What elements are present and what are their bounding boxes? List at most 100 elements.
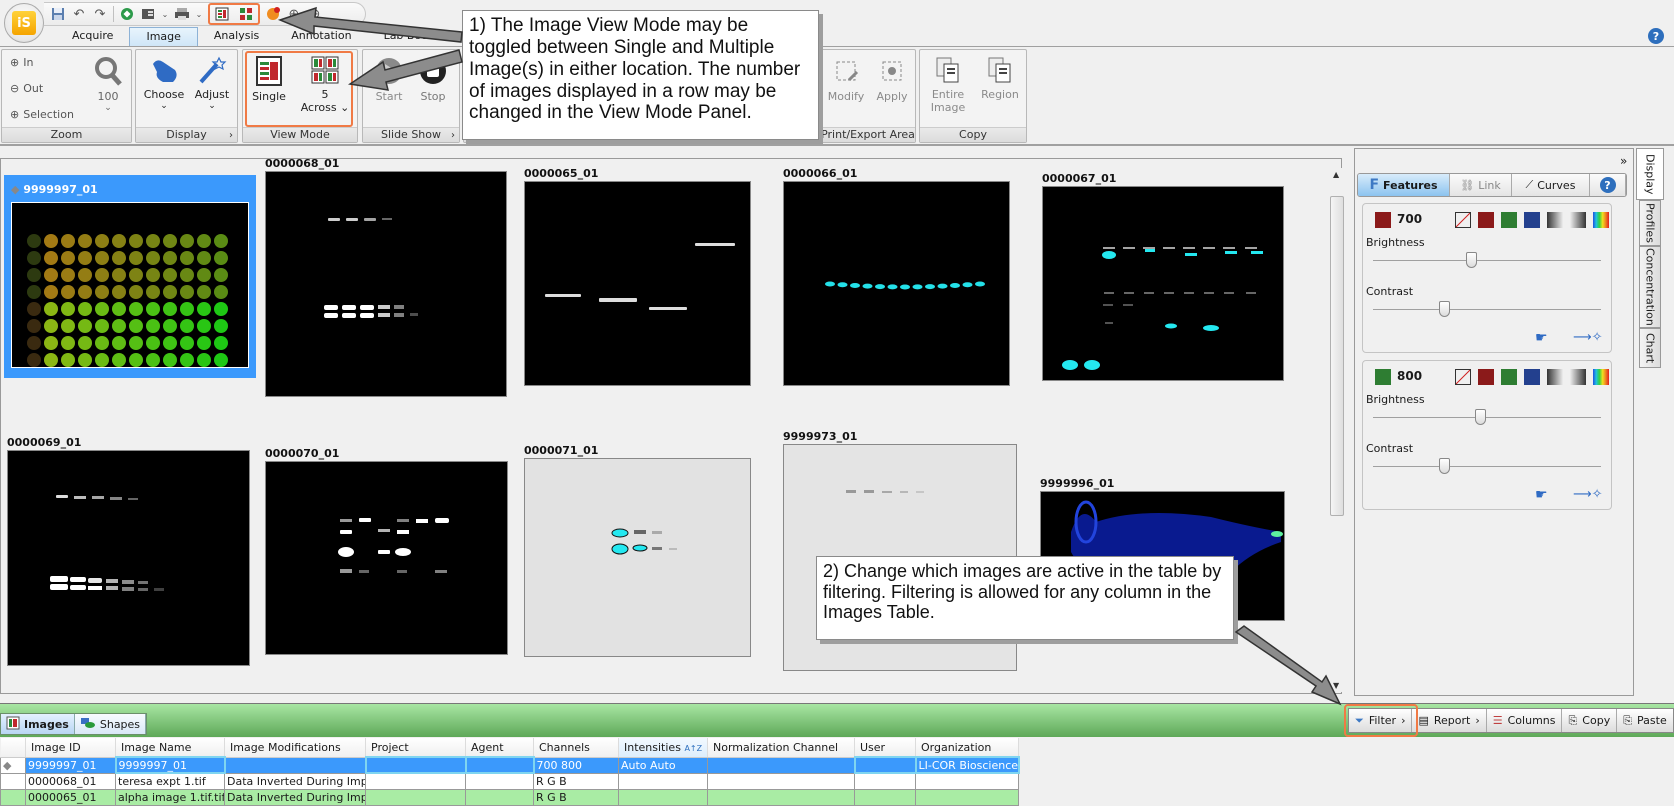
image-thumbnail[interactable]: ◆ 9999997_01 (4, 175, 256, 378)
zoom-selection-button[interactable]: ⊕ Selection (10, 108, 74, 121)
copy-entire-image-button[interactable]: Entire Image (924, 56, 972, 114)
zoom-in-icon[interactable]: ⊕ (286, 6, 302, 22)
palette-swatch[interactable] (1524, 212, 1540, 228)
tab-annotation[interactable]: Annotation (275, 27, 367, 46)
table-cell[interactable] (707, 756, 855, 774)
single-view-button[interactable]: Single (251, 56, 287, 103)
slideshow-start-button[interactable]: Start (369, 56, 409, 103)
brightness-slider[interactable] (1373, 417, 1601, 418)
palette-swatch[interactable] (1593, 369, 1609, 385)
tab-lab-book[interactable]: Lab Book (368, 27, 451, 46)
table-cell[interactable] (707, 788, 855, 806)
green-diamond-icon[interactable] (119, 6, 135, 22)
modify-area-button[interactable]: Modify (825, 56, 867, 103)
palette-swatch[interactable] (1547, 369, 1563, 385)
scrollbar-thumb[interactable] (1330, 196, 1344, 516)
side-tab-profiles[interactable]: Profiles (1639, 200, 1661, 246)
table-cell[interactable] (365, 788, 466, 806)
zoom-level-dropdown[interactable]: 100 ⌄ (90, 56, 126, 113)
tab-acquire[interactable]: Acquire (56, 27, 129, 46)
row-indicator[interactable] (0, 788, 26, 806)
chevron-down-icon[interactable]: ⌄ (195, 6, 203, 22)
table-cell[interactable] (853, 756, 917, 774)
save-icon[interactable] (50, 6, 66, 22)
table-cell[interactable]: 9999997_01 (114, 756, 226, 774)
table-cell[interactable] (618, 772, 708, 790)
copy-button[interactable]: ⎘ Copy (1562, 709, 1618, 732)
column-header[interactable]: Agent (465, 738, 534, 758)
image-thumbnail[interactable]: 0000066_01 (783, 167, 1010, 386)
tab-curves[interactable]: ⟋ Curves (1512, 174, 1590, 196)
image-thumbnail[interactable]: 0000071_01 (524, 444, 751, 657)
column-header[interactable]: User (854, 738, 916, 758)
collapse-panel-icon[interactable]: » (1620, 154, 1627, 168)
table-row[interactable]: ◆ 9999997_01 9999997_01 700 800 Auto Auto LI-… (0, 756, 1020, 774)
image-thumbnail[interactable]: 0000070_01 (265, 447, 508, 655)
tab-image[interactable]: Image (129, 27, 198, 46)
slideshow-stop-button[interactable]: Stop (413, 56, 453, 103)
single-view-icon[interactable] (214, 6, 230, 22)
column-header[interactable]: Image Modifications (224, 738, 366, 758)
column-header[interactable]: Intensities A↑Z (618, 738, 708, 758)
column-header[interactable]: Project (365, 738, 466, 758)
table-row[interactable]: 0000068_01 teresa expt 1.tif Data Inverted… (0, 772, 1019, 790)
gallery-scrollbar[interactable]: ▲ ▼ (1328, 168, 1346, 692)
column-header[interactable]: Image Name (115, 738, 225, 758)
undo-icon[interactable]: ↶ (71, 6, 87, 22)
table-cell[interactable]: 700 800 (533, 756, 619, 774)
table-cell[interactable] (464, 756, 535, 774)
zoom-out-icon[interactable]: ⊖ (307, 6, 323, 22)
zoom-out-button[interactable]: ⊖ Out (10, 82, 43, 95)
row-indicator[interactable]: ◆ (0, 756, 26, 774)
channel-color-swatch[interactable] (1375, 212, 1391, 228)
report-button[interactable]: ▤ Report › (1412, 709, 1487, 732)
table-cell[interactable] (465, 772, 534, 790)
layout-icon[interactable] (140, 6, 156, 22)
palette-swatch[interactable] (1524, 369, 1540, 385)
across-dropdown[interactable]: 5 Across ⌄ (299, 56, 351, 114)
help-icon[interactable]: ? (1648, 28, 1664, 44)
table-cell[interactable]: teresa expt 1.tif (115, 772, 225, 790)
hand-pointer-icon[interactable]: ☛ (1535, 487, 1548, 503)
palette-swatch[interactable] (1570, 212, 1586, 228)
choose-button[interactable]: Choose ⌄ (142, 56, 186, 111)
no-color-icon[interactable] (1455, 369, 1471, 385)
tab-images[interactable]: Images (1, 714, 75, 734)
hand-pointer-icon[interactable]: ☛ (1535, 330, 1548, 346)
magic-wand-icon[interactable]: ⟶✧ (1573, 330, 1603, 345)
table-cell[interactable]: alpha image 1.tif.tif (115, 788, 225, 806)
app-menu-button[interactable]: iS (4, 3, 44, 43)
table-cell[interactable] (707, 772, 855, 790)
contrast-slider[interactable] (1373, 466, 1601, 467)
brightness-slider-thumb[interactable] (1466, 252, 1478, 268)
tab-link[interactable]: ⛓ Link (1450, 174, 1512, 196)
copy-region-button[interactable]: Region (976, 56, 1024, 101)
palette-swatch[interactable] (1570, 369, 1586, 385)
adjust-button[interactable]: Adjust ⌄ (190, 56, 234, 111)
columns-button[interactable]: ☰ Columns (1487, 709, 1563, 732)
tab-shapes[interactable]: Shapes (74, 714, 147, 734)
scroll-up-icon[interactable]: ▲ (1333, 170, 1339, 179)
rss-alert-icon[interactable] (265, 6, 281, 22)
table-cell[interactable]: 9999997_01 (25, 756, 116, 774)
column-header[interactable]: Channels (533, 738, 619, 758)
channel-color-swatch[interactable] (1375, 369, 1391, 385)
table-cell[interactable] (915, 772, 1019, 790)
column-header[interactable]: Organization (915, 738, 1019, 758)
brightness-slider[interactable] (1373, 260, 1601, 261)
table-cell[interactable] (854, 788, 916, 806)
no-color-icon[interactable] (1455, 212, 1471, 228)
magic-wand-icon[interactable]: ⟶✧ (1573, 487, 1603, 502)
scroll-down-icon[interactable]: ▼ (1333, 681, 1339, 690)
column-header[interactable]: Normalization Channel (707, 738, 855, 758)
table-cell[interactable]: 0000068_01 (25, 772, 116, 790)
tab-analysis[interactable]: Analysis (198, 27, 275, 46)
image-thumbnail[interactable]: 0000069_01 (7, 436, 250, 666)
palette-swatch[interactable] (1501, 212, 1517, 228)
table-cell[interactable] (618, 788, 708, 806)
redo-icon[interactable]: ↷ (92, 6, 108, 22)
table-row[interactable]: 0000065_01 alpha image 1.tif.tif Data Inve… (0, 788, 1019, 806)
row-indicator[interactable] (0, 772, 26, 790)
multi-view-icon[interactable] (238, 6, 254, 22)
column-header[interactable]: Image ID (25, 738, 116, 758)
